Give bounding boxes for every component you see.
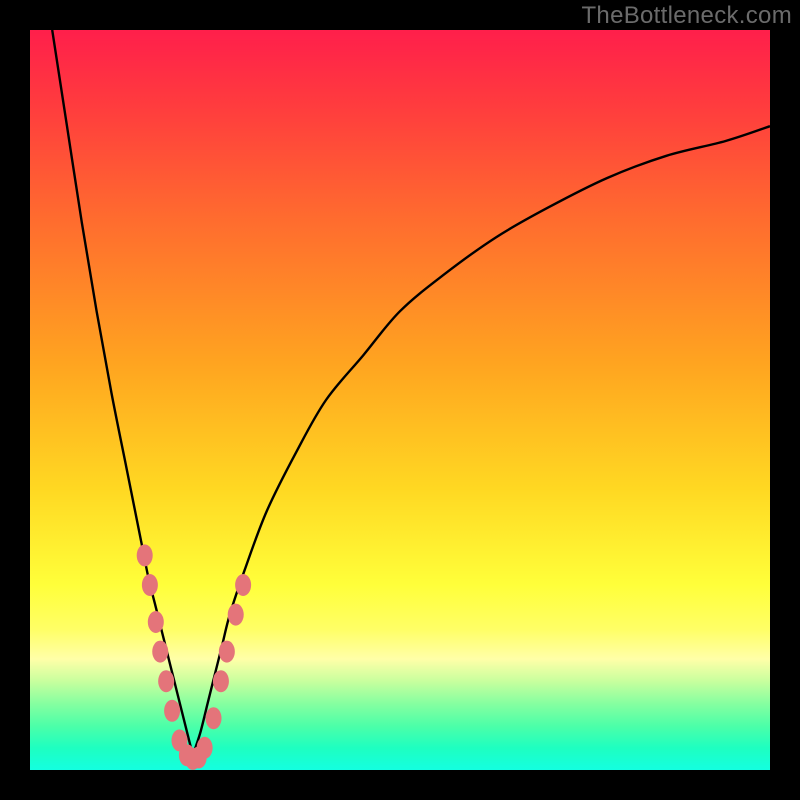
data-marker: [152, 641, 168, 663]
curve-layer: [30, 30, 770, 770]
watermark-text: TheBottleneck.com: [581, 2, 792, 30]
data-marker: [219, 641, 235, 663]
marker-group: [137, 544, 251, 770]
data-marker: [142, 574, 158, 596]
data-marker: [213, 670, 229, 692]
data-marker: [206, 707, 222, 729]
data-marker: [235, 574, 251, 596]
data-marker: [197, 737, 213, 759]
curve-left-branch: [52, 30, 193, 755]
data-marker: [158, 670, 174, 692]
chart-frame: TheBottleneck.com: [0, 0, 800, 800]
data-marker: [228, 604, 244, 626]
plot-area: [30, 30, 770, 770]
data-marker: [137, 544, 153, 566]
curve-right-branch: [193, 126, 770, 755]
data-marker: [148, 611, 164, 633]
data-marker: [164, 700, 180, 722]
